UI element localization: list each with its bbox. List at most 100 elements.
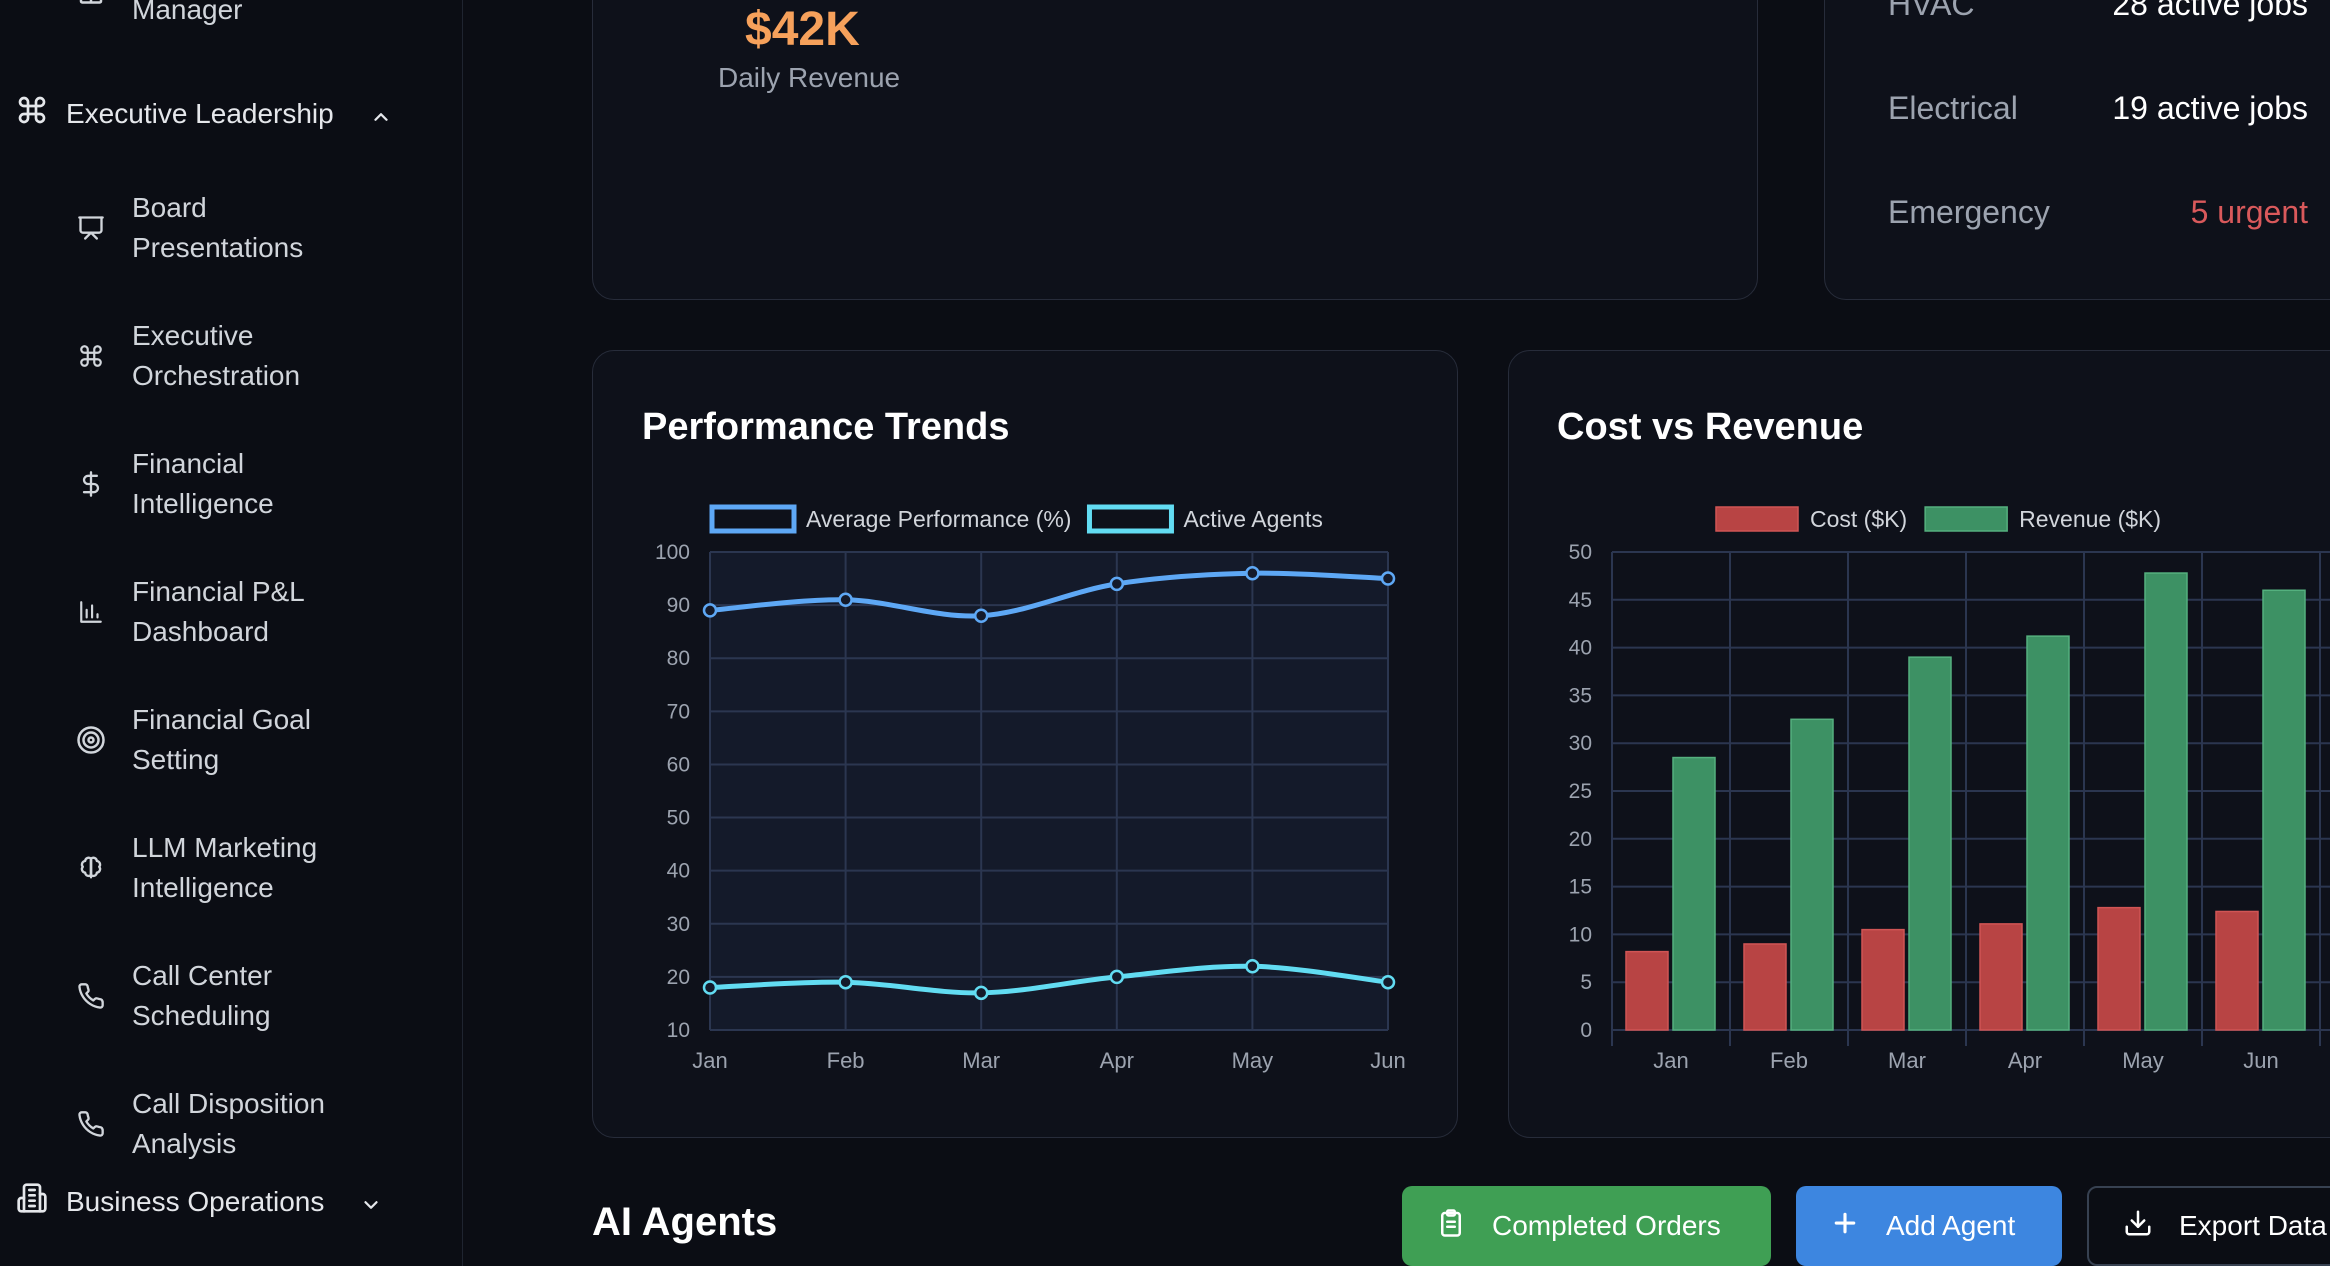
y-tick-label: 0 (1580, 1019, 1592, 1042)
job-row-electrical: Electrical 19 active jobs (1888, 90, 2308, 127)
sidebar: Manager Executive Leadership Board Prese… (0, 0, 463, 1266)
brain-icon (76, 853, 106, 883)
legend-swatch (1924, 506, 2008, 532)
grid-icon (76, 0, 106, 25)
command-icon (16, 94, 48, 133)
button-label: Add Agent (1886, 1210, 2016, 1241)
data-point (838, 592, 853, 608)
data-point (1109, 576, 1125, 592)
chevron-down-icon[interactable] (360, 1191, 382, 1213)
download-icon (2123, 1208, 2153, 1245)
legend-label: Cost ($K) (1810, 506, 1907, 532)
sidebar-item-executive-orchestration[interactable]: Executive Orchestration (76, 316, 300, 396)
bar (2144, 572, 2188, 1031)
sidebar-group-executive-leadership[interactable]: Executive Leadership (16, 94, 392, 133)
chevron-up-icon[interactable] (370, 103, 392, 125)
bar (2215, 910, 2259, 1031)
building-icon (16, 1182, 48, 1221)
y-tick-label: 30 (667, 913, 690, 936)
y-tick-label: 20 (667, 966, 690, 989)
data-point (973, 985, 989, 1001)
y-tick-label: 80 (667, 647, 690, 670)
x-tick-label: Apr (1100, 1048, 1134, 1073)
y-tick-label: 30 (1569, 732, 1592, 755)
y-tick-label: 20 (1569, 828, 1592, 851)
y-tick-label: 5 (1580, 971, 1592, 994)
clipboard-icon (1436, 1208, 1466, 1245)
sidebar-item-financial-intelligence[interactable]: Financial Intelligence (76, 444, 274, 524)
data-point (1245, 565, 1260, 581)
command-icon (76, 341, 106, 371)
x-tick-label: May (2122, 1048, 2164, 1073)
sidebar-item-call-center-scheduling[interactable]: Call Center Scheduling (76, 956, 272, 1036)
button-label: Export Data (2179, 1210, 2327, 1241)
legend-label: Average Performance (%) (806, 506, 1071, 532)
export-data-button[interactable]: Export Data (2087, 1186, 2330, 1266)
dollar-icon (76, 469, 106, 499)
y-tick-label: 50 (667, 807, 690, 830)
ai-agents-title: AI Agents (592, 1200, 778, 1244)
job-count: 28 active jobs (2112, 0, 2308, 22)
cost-vs-revenue-chart: 0 5 10 15 20 25 30 35 40 45 50 Jan Feb Mar Apr May Jun Co… (1569, 506, 2330, 1073)
sidebar-item-label: Call Disposition Analysis (132, 1088, 325, 1159)
x-tick-label: Jun (1370, 1048, 1405, 1073)
sidebar-group-label: Business Operations (66, 1185, 325, 1217)
job-category: Emergency (1888, 194, 2050, 230)
daily-revenue-value: $42K (745, 3, 860, 56)
data-point (1380, 974, 1396, 990)
active-jobs-card (1824, 0, 2330, 300)
y-tick-label: 40 (667, 860, 690, 883)
legend-label: Active Agents (1183, 506, 1322, 532)
plot-area (710, 552, 1388, 1030)
bar (1979, 923, 2023, 1031)
y-tick-label: 60 (667, 753, 690, 776)
x-tick-label: Feb (1770, 1048, 1808, 1073)
x-tick-label: Jan (692, 1048, 727, 1073)
phone-icon (76, 981, 106, 1011)
data-point (1380, 571, 1396, 586)
bar-chart-icon (76, 597, 106, 627)
job-row-emergency: Emergency 5 urgent (1888, 194, 2308, 231)
bar (2097, 906, 2141, 1031)
legend-swatch (1715, 506, 1799, 532)
y-tick-label: 25 (1569, 780, 1592, 803)
completed-orders-button[interactable]: Completed Orders (1402, 1186, 1771, 1266)
bar (1790, 718, 1834, 1031)
job-row-hvac: HVAC 28 active jobs (1888, 0, 2308, 23)
x-tick-label: May (1232, 1048, 1274, 1073)
sidebar-item-label: Board Presentations (132, 192, 304, 263)
y-tick-label: 90 (667, 594, 690, 617)
sidebar-item-manager[interactable]: Manager (76, 0, 243, 26)
bar (1861, 928, 1905, 1031)
job-category: Electrical (1888, 90, 2018, 126)
target-icon (76, 725, 106, 755)
x-tick-label: Jan (1653, 1048, 1688, 1073)
bar (2026, 635, 2070, 1031)
sidebar-item-call-disposition-analysis[interactable]: Call Disposition Analysis (76, 1084, 325, 1164)
sidebar-item-financial-pl-dashboard[interactable]: Financial P&L Dashboard (76, 572, 305, 652)
plus-icon (1830, 1208, 1860, 1245)
sidebar-item-financial-goal-setting[interactable]: Financial Goal Setting (76, 700, 311, 780)
sidebar-group-business-operations[interactable]: Business Operations (16, 1182, 382, 1221)
bar (1743, 943, 1787, 1031)
sidebar-item-board-presentations[interactable]: Board Presentations (76, 188, 303, 268)
sidebar-item-llm-marketing-intelligence[interactable]: LLM Marketing Intelligence (76, 828, 317, 908)
sidebar-group-label: Executive Leadership (66, 97, 334, 129)
legend-swatch (1086, 504, 1174, 534)
app-root: Manager Executive Leadership Board Prese… (0, 0, 2330, 1266)
sidebar-item-label: Executive Orchestration (132, 320, 301, 391)
bar (1672, 756, 1716, 1031)
button-label: Completed Orders (1492, 1210, 1721, 1241)
legend-swatch (709, 504, 797, 534)
daily-revenue-label: Daily Revenue (718, 62, 901, 93)
x-tick-label: Mar (962, 1048, 1000, 1073)
phone-icon (76, 1109, 106, 1139)
sidebar-item-label: LLM Marketing Intelligence (132, 832, 318, 903)
add-agent-button[interactable]: Add Agent (1796, 1186, 2062, 1266)
data-point (1109, 969, 1125, 985)
y-tick-label: 10 (667, 1019, 690, 1042)
y-tick-label: 100 (655, 541, 690, 564)
sidebar-item-label: Manager (132, 0, 243, 25)
data-point (1245, 959, 1260, 974)
x-tick-label: Apr (2008, 1048, 2042, 1073)
